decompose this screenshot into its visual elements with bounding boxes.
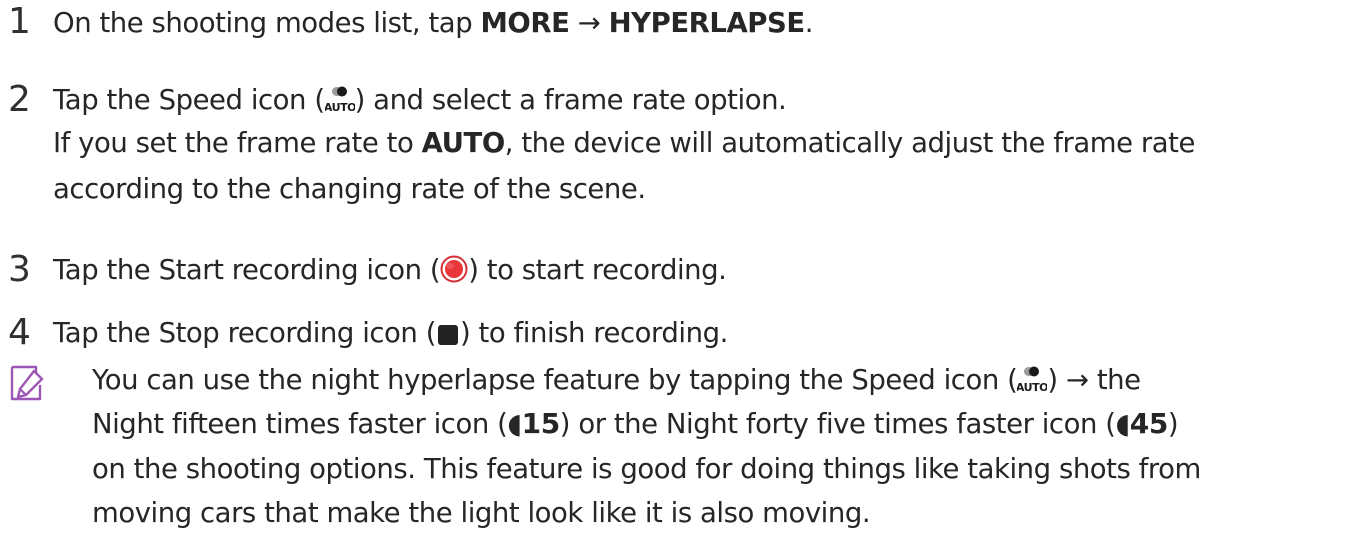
step-text-suffix: ) to finish recording. — [459, 317, 728, 349]
note-text: ) or the Night forty five times faster i… — [559, 408, 1116, 440]
step-text-prefix: On the shooting modes list, tap — [53, 7, 481, 39]
step-text-line3: according to the changing rate of the sc… — [53, 173, 646, 205]
step-text-suffix: ) and select a frame rate option. — [354, 84, 787, 116]
step-text-prefix: Tap the Start recording icon ( — [53, 254, 441, 286]
note-text: ) → the — [1047, 364, 1141, 396]
note-line-4: moving cars that make the light look lik… — [92, 497, 871, 529]
night-15x-icon: ◖15 — [507, 407, 560, 440]
step-text: Tap the Speed icon (AUTO) and select a f… — [53, 82, 787, 118]
speed-icon-label: AUTO — [325, 101, 355, 114]
night-45x-icon: ◖45 — [1115, 407, 1169, 440]
auto-label: AUTO — [421, 127, 506, 159]
note-text: You can use the night hyperlapse feature… — [92, 364, 1018, 396]
step-text-prefix: Tap the Stop recording icon ( — [53, 317, 436, 349]
step-number: 4 — [8, 312, 31, 353]
step-text-prefix: If you set the frame rate to — [53, 127, 422, 159]
step-text: Tap the Start recording icon ( ) to start… — [53, 252, 727, 288]
step-number: 3 — [8, 249, 31, 290]
step-text-line2: If you set the frame rate to AUTO, the d… — [53, 125, 1195, 161]
speed-auto-icon: AUTO — [324, 84, 356, 114]
step-text: On the shooting modes list, tap MORE → H… — [53, 5, 813, 41]
arrow-text: → — [569, 7, 609, 39]
note-text: ) — [1167, 408, 1179, 440]
step-number: 2 — [8, 79, 31, 120]
start-recording-icon — [440, 255, 468, 283]
note-line-2: Night fifteen times faster icon (◖15) or… — [92, 406, 1179, 442]
note-pencil-icon — [6, 363, 46, 403]
note-line-1: You can use the night hyperlapse feature… — [92, 362, 1141, 398]
step-number: 1 — [8, 1, 31, 42]
stop-recording-icon — [436, 320, 460, 345]
step-text-suffix: ) to start recording. — [468, 254, 727, 286]
note-line-3: on the shooting options. This feature is… — [92, 453, 1201, 485]
more-label: MORE — [480, 7, 570, 39]
note-text: Night fifteen times faster icon ( — [92, 408, 508, 440]
step-text-suffix: . — [804, 7, 814, 39]
speed-auto-icon: AUTO — [1016, 364, 1049, 394]
speed-icon-label: AUTO — [1017, 381, 1047, 394]
hyperlapse-label: HYPERLAPSE — [608, 7, 806, 39]
step-text-prefix: Tap the Speed icon ( — [53, 84, 325, 116]
step-text: Tap the Stop recording icon ( ) to finish… — [53, 315, 728, 351]
step-text-suffix: , the device will automatically adjust t… — [504, 127, 1196, 159]
